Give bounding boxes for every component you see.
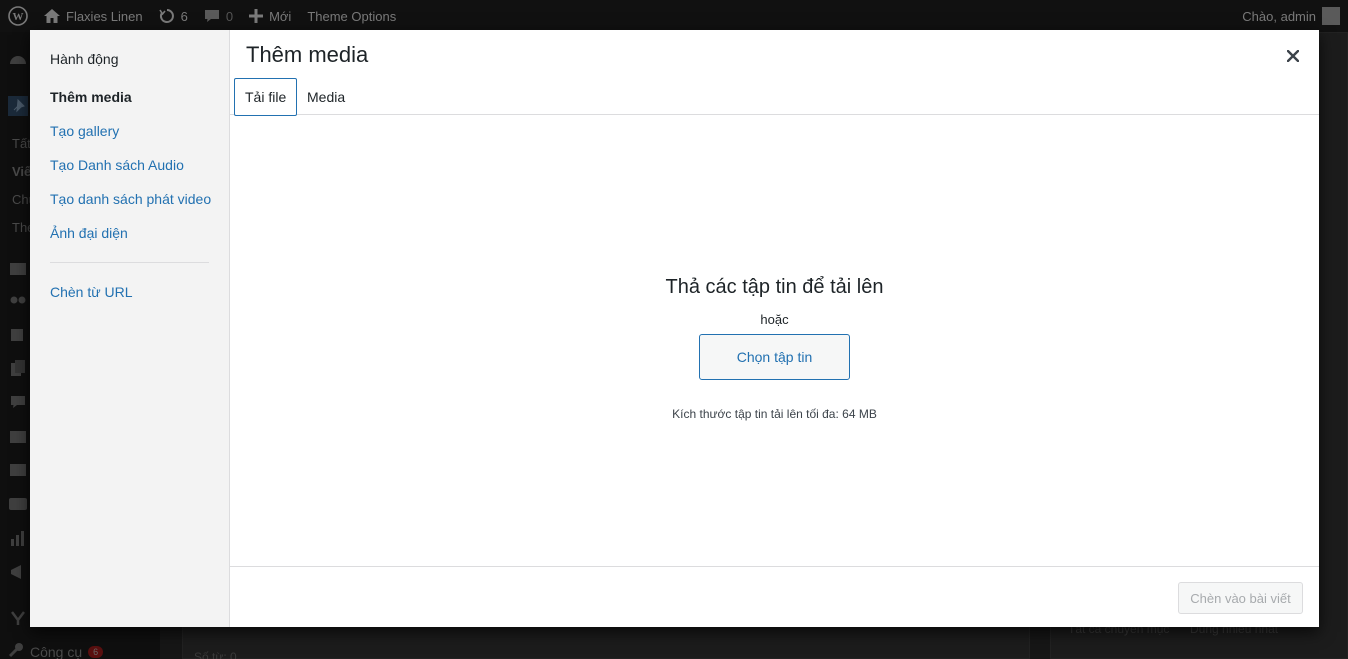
menu-create-video-playlist[interactable]: Tạo danh sách phát video	[50, 191, 211, 207]
comments-link[interactable]: 0	[196, 0, 241, 32]
tab-media-library[interactable]: Media	[297, 78, 355, 116]
updates-link[interactable]: 6	[151, 0, 196, 32]
wordpress-logo-icon[interactable]: W	[0, 0, 36, 32]
menu-add-media[interactable]: Thêm media	[50, 89, 132, 105]
upload-drop-zone[interactable]: Thả các tập tin để tải lên hoặc Chọn tập…	[230, 115, 1319, 566]
updates-icon	[158, 8, 175, 24]
site-name: Flaxies Linen	[66, 8, 143, 24]
tools-label: Công cụ	[30, 643, 83, 659]
avatar	[1322, 7, 1340, 25]
tools-menu-item: Công cụ 6	[8, 642, 104, 659]
greeting: Chào, admin	[1242, 8, 1316, 24]
archive-icon	[8, 426, 28, 446]
tools-badge: 6	[88, 645, 104, 658]
media-toolbar: Chèn vào bài viết	[230, 566, 1319, 627]
svg-text:W: W	[13, 11, 24, 23]
chart-bars-icon	[8, 528, 28, 548]
comment-icon	[204, 8, 220, 24]
menu-insert-from-url[interactable]: Chèn từ URL	[50, 284, 133, 300]
yoast-icon	[8, 608, 28, 628]
menu-fragment-2: Viế	[12, 164, 32, 179]
home-icon	[44, 9, 60, 23]
media-router-tabs: Tải file Media	[230, 78, 1319, 116]
wrench-icon	[8, 642, 24, 659]
pin-icon	[8, 96, 28, 116]
tab-upload-files[interactable]: Tải file	[234, 78, 298, 116]
woo-icon	[8, 494, 28, 514]
plus-icon	[249, 9, 264, 23]
theme-options-label: Theme Options	[307, 8, 397, 24]
folder-icon	[8, 258, 28, 278]
media-modal: Hành động Thêm media Tạo gallery Tạo Dan…	[30, 30, 1319, 627]
actions-heading: Hành động	[50, 51, 119, 67]
menu-create-gallery[interactable]: Tạo gallery	[50, 123, 119, 139]
account-menu[interactable]: Chào, admin	[1234, 0, 1348, 32]
dashboard-icon	[8, 50, 28, 70]
comments-count: 0	[225, 8, 234, 24]
modal-title: Thêm media	[246, 42, 369, 67]
menu-fragment-1: Tất	[12, 136, 31, 151]
megaphone-icon	[8, 562, 28, 582]
updates-count: 6	[180, 8, 188, 24]
comments-menu-icon	[8, 392, 28, 412]
menu-featured-image[interactable]: Ảnh đại diện	[50, 225, 128, 241]
insert-into-post-button[interactable]: Chèn vào bài viết	[1178, 582, 1303, 614]
media-modal-menu: Hành động Thêm media Tạo gallery Tạo Dan…	[30, 30, 230, 627]
new-content-link[interactable]: Mới	[241, 0, 299, 32]
select-files-button[interactable]: Chọn tập tin	[699, 334, 850, 380]
new-label: Mới	[269, 8, 292, 24]
or-text: hoặc	[760, 312, 789, 327]
drop-files-text: Thả các tập tin để tải lên	[665, 276, 884, 298]
admin-bar: W Flaxies Linen 6 0 Mới Theme Options Ch…	[0, 0, 1348, 32]
menu-separator	[50, 262, 209, 263]
site-name-link[interactable]: Flaxies Linen	[36, 0, 151, 32]
menu-create-audio-playlist[interactable]: Tạo Danh sách Audio	[50, 157, 184, 173]
theme-options-link[interactable]: Theme Options	[299, 0, 404, 32]
quote-icon	[8, 290, 28, 310]
close-icon[interactable]	[1280, 43, 1306, 69]
pages-icon	[8, 358, 28, 378]
mail-icon	[8, 460, 28, 480]
max-upload-size: Kích thước tập tin tải lên tối đa: 64 MB	[672, 407, 877, 421]
puzzle-icon	[8, 324, 28, 344]
word-count: Số từ: 0	[194, 650, 237, 659]
